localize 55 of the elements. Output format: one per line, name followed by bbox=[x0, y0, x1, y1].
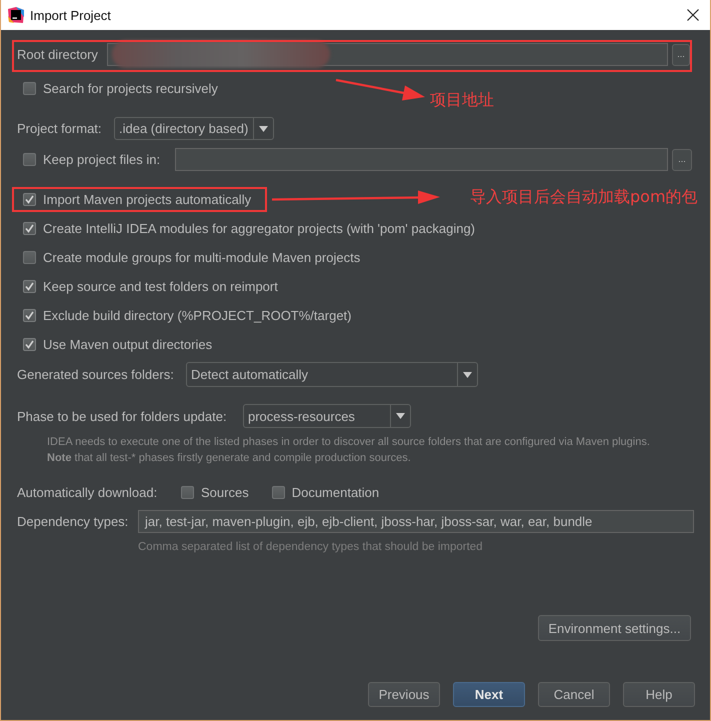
checkbox[interactable] bbox=[272, 486, 285, 498]
checkbox[interactable] bbox=[23, 222, 36, 234]
checkbox-label: Keep project files in: bbox=[43, 152, 162, 167]
checkmark-icon bbox=[25, 194, 34, 204]
phase-dropdown[interactable]: process-resources bbox=[243, 404, 411, 428]
checkbox[interactable] bbox=[181, 486, 194, 498]
checkbox-label: Exclude build directory (%PROJECT_ROOT%/target) bbox=[43, 308, 352, 322]
dependency-types-label: Dependency types: bbox=[17, 514, 130, 529]
phase-label: Phase to be used for folders update: bbox=[17, 408, 228, 424]
checkbox[interactable] bbox=[23, 280, 36, 292]
auto-download-label: Automatically download: bbox=[17, 484, 158, 500]
checkbox[interactable] bbox=[23, 308, 36, 322]
root-directory-label: Root directory bbox=[17, 47, 99, 62]
annotation-text: 项目地址 bbox=[430, 91, 494, 109]
checkbox-label: Search for projects recursively bbox=[43, 80, 218, 96]
annotation-text: 导入项目后会自动加载pom的包 bbox=[470, 188, 698, 206]
browse-button[interactable]: ... bbox=[672, 44, 690, 66]
dependency-types-field[interactable]: jar, test-jar, maven-plugin, ejb, ejb-client, jboss-har, jboss-sar, war, ear, bundle bbox=[138, 510, 694, 533]
dialog-button[interactable]: Previous bbox=[368, 682, 440, 707]
checkbox[interactable] bbox=[23, 192, 36, 206]
dropdown-arrow-icon bbox=[463, 372, 472, 378]
checkbox-label: Documentation bbox=[292, 484, 380, 500]
checkbox-label: Sources bbox=[201, 484, 249, 500]
checkmark-icon bbox=[25, 310, 34, 320]
close-icon[interactable] bbox=[687, 9, 699, 21]
project-format-label: Project format: bbox=[17, 121, 103, 136]
dialog-button[interactable]: Cancel bbox=[538, 682, 610, 707]
checkbox-label: Use Maven output directories bbox=[43, 336, 212, 352]
dropdown-arrow-icon bbox=[396, 413, 405, 419]
checkbox[interactable] bbox=[23, 338, 36, 350]
checkbox-label: Create IntelliJ IDEA modules for aggregator projects (with 'pom' packaging) bbox=[43, 220, 476, 236]
help-note-text: Note that all test-* phases firstly generate and compile production sources. bbox=[47, 451, 412, 466]
checkbox-label: Keep source and test folders on reimport bbox=[43, 278, 278, 294]
checkbox[interactable] bbox=[23, 82, 36, 94]
window-title: Import Project bbox=[30, 8, 111, 22]
environment-settings-button[interactable]: Environment settings... bbox=[538, 615, 691, 641]
project-format-dropdown[interactable]: .idea (directory based) bbox=[114, 117, 274, 140]
generated-sources-dropdown[interactable]: Detect automatically bbox=[186, 362, 478, 387]
checkmark-icon bbox=[25, 282, 34, 290]
checkbox-label: Import Maven projects automatically bbox=[43, 192, 252, 206]
dialog-button[interactable]: Help bbox=[623, 682, 695, 707]
checkbox-label: Create module groups for multi-module Maven projects bbox=[43, 250, 360, 264]
browse-button[interactable]: ... bbox=[672, 148, 692, 170]
checkmark-icon bbox=[25, 340, 34, 348]
root-directory-field[interactable] bbox=[107, 43, 668, 66]
dropdown-arrow-icon bbox=[259, 126, 268, 132]
checkmark-icon bbox=[25, 224, 34, 232]
generated-sources-label: Generated sources folders: bbox=[17, 367, 175, 382]
checkbox[interactable] bbox=[23, 250, 36, 264]
dependency-types-hint: Comma separated list of dependency types that should be imported bbox=[138, 540, 483, 555]
dialog-button[interactable]: Next bbox=[453, 682, 525, 707]
app-logo-icon bbox=[8, 7, 24, 23]
help-note-text: IDEA needs to execute one of the listed phases in order to discover all source folders that are configured via Maven plugins. bbox=[47, 435, 651, 450]
project-files-field[interactable] bbox=[175, 148, 668, 171]
checkbox[interactable] bbox=[23, 153, 36, 166]
